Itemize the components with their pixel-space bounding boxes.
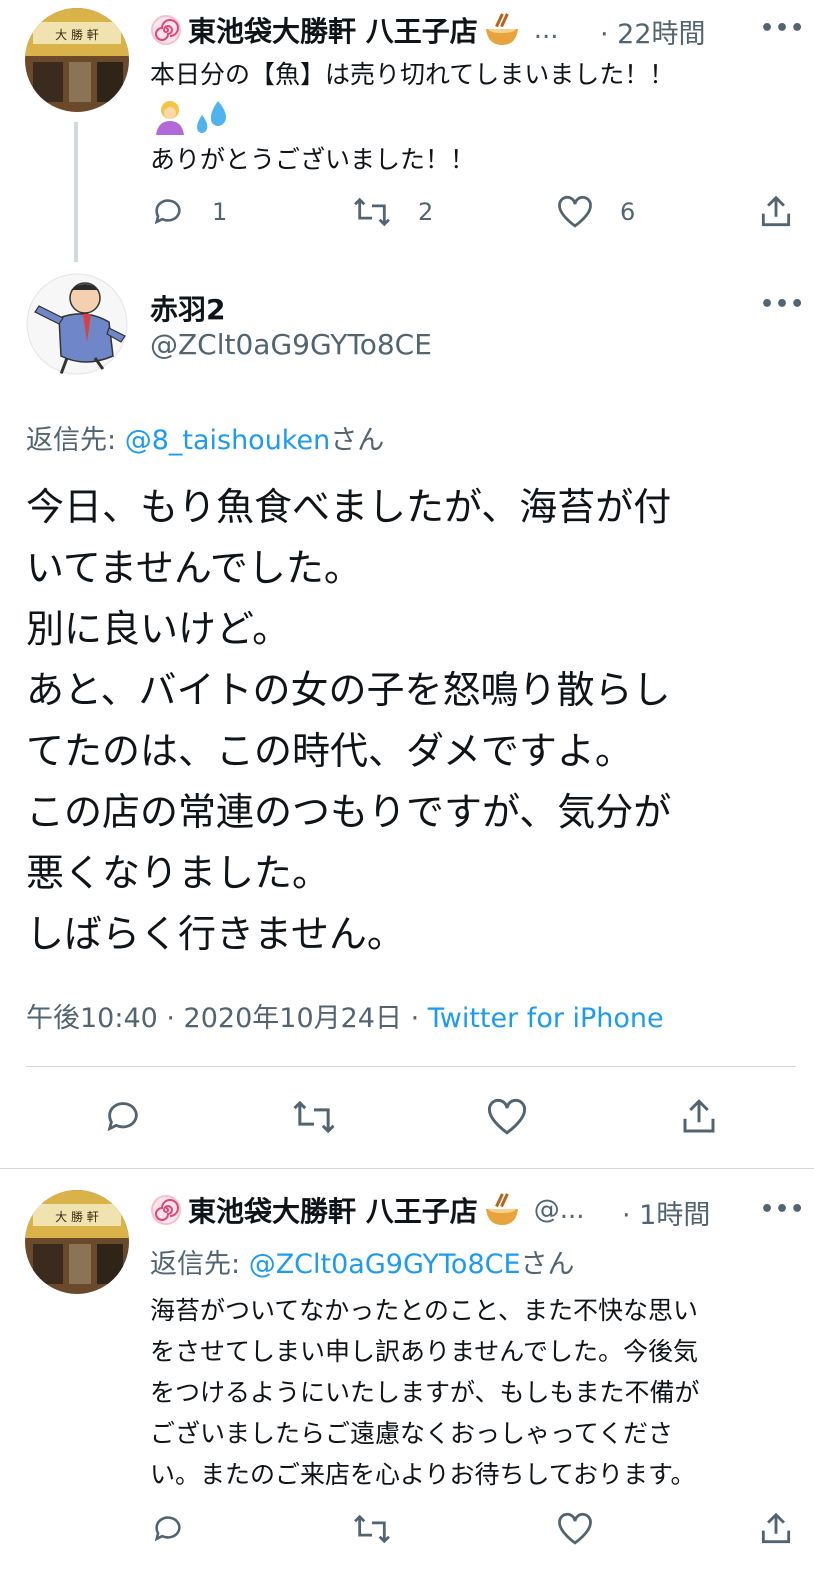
reply-to-prefix: 返信先:: [150, 1249, 249, 1280]
reply-to-prefix: 返信先:: [26, 425, 125, 456]
reply-to-line: 返信先: @8_taishoukenさん: [26, 418, 384, 457]
reply-to-user-link[interactable]: @8_taishouken: [125, 425, 331, 456]
tweet-text-line: ありがとうございました！！: [150, 145, 476, 174]
reply-count: 1: [212, 198, 228, 226]
retweet-icon[interactable]: [291, 1097, 337, 1141]
like-icon[interactable]: [486, 1097, 528, 1141]
tweet-text-line: い。またのご来店を心よりお待ちしております。: [150, 1460, 696, 1489]
shop-avatar[interactable]: 大 勝 軒: [25, 8, 129, 112]
share-icon[interactable]: [757, 193, 795, 235]
reply-to-line: 返信先: @ZClt0aG9GYTo8CEさん: [150, 1242, 575, 1281]
retweet-action[interactable]: 2: [352, 195, 433, 229]
like-icon[interactable]: [556, 195, 594, 229]
reply-to-suffix: さん: [330, 425, 385, 456]
tweet-text-line: てたのは、この時代、ダメですよ。: [26, 729, 633, 773]
shop-avatar[interactable]: 大 勝 軒: [25, 1190, 129, 1294]
svg-text:大 勝 軒: 大 勝 軒: [55, 1209, 99, 1224]
retweet-count: 2: [418, 198, 434, 226]
reply-to-user-link[interactable]: @ZClt0aG9GYTo8CE: [249, 1249, 521, 1280]
handle-ellipsis: @...: [533, 1195, 585, 1225]
main-tweet-text: 今日、もり魚食べましたが、海苔が付 いてませんでした。 別に良いけど。 あと、バ…: [26, 477, 796, 965]
reply-to-suffix: さん: [520, 1249, 575, 1280]
bowing-person-emoji: [150, 97, 190, 137]
emoji-line: [150, 95, 790, 139]
ramen-icon: [484, 1193, 520, 1227]
tweet-text-line: 悪くなりました。: [26, 851, 331, 895]
tweet-text-line: 別に良いけど。: [26, 607, 291, 651]
share-icon[interactable]: [757, 1510, 795, 1552]
like-icon[interactable]: [556, 1512, 594, 1550]
ramen-icon: [484, 13, 520, 47]
user-handle[interactable]: @ZClt0aG9GYTo8CE: [150, 328, 432, 361]
user-display-name[interactable]: 赤羽2: [150, 288, 225, 328]
user-avatar[interactable]: [25, 272, 129, 376]
tweet-text-line: いてませんでした。: [26, 546, 362, 590]
tweet-client-link[interactable]: Twitter for iPhone: [428, 1003, 664, 1034]
more-icon[interactable]: •••: [760, 1197, 805, 1222]
tweet-text-line: をさせてしまい申し訳ありませんでした。今後気: [150, 1337, 699, 1366]
handle-ellipsis: ...: [533, 15, 559, 45]
tweet-time[interactable]: · 22時間: [600, 12, 706, 51]
shop-display-name[interactable]: 東池袋大勝軒 八王子店: [188, 1190, 478, 1230]
reply-icon[interactable]: [150, 195, 186, 229]
divider: [26, 1066, 796, 1067]
divider: [0, 1168, 814, 1169]
reply-text: 海苔がついてなかったとのこと、また不快な思い をさせてしまい申し訳ありませんでし…: [150, 1290, 800, 1495]
svg-text:大 勝 軒: 大 勝 軒: [55, 27, 99, 42]
reply-icon[interactable]: [103, 1097, 143, 1141]
tweet-text-line: 今日、もり魚食べましたが、海苔が付: [26, 485, 672, 529]
shop-display-name[interactable]: 東池袋大勝軒 八王子店: [188, 10, 478, 50]
more-icon[interactable]: •••: [760, 16, 805, 41]
tweet-timestamp-line: 午後10:40 · 2020年10月24日 · Twitter for iPho…: [26, 996, 664, 1035]
like-count: 6: [620, 198, 636, 226]
naruto-icon: [150, 14, 182, 46]
tweet-text-line: 海苔がついてなかったとのこと、また不快な思い: [150, 1296, 699, 1325]
tweet-text-line: をつけるようにいたしますが、もしもまた不備が: [150, 1378, 700, 1407]
sweat-droplets-emoji: [192, 97, 232, 137]
tweet-text-line: 本日分の【魚】は売り切れてしまいました！！: [150, 60, 675, 89]
tweet-body: 本日分の【魚】は売り切れてしまいました！！ ありがとうございました！！: [150, 54, 790, 180]
share-icon[interactable]: [678, 1096, 720, 1142]
thread-connector-line: [74, 122, 78, 262]
tweet-header: 東池袋大勝軒 八王子店 @...: [150, 1190, 620, 1230]
more-icon[interactable]: •••: [760, 292, 805, 317]
retweet-icon[interactable]: [352, 1512, 392, 1550]
reply-action[interactable]: 1: [150, 195, 227, 229]
reply-icon[interactable]: [150, 1512, 186, 1550]
tweet-text-line: しばらく行きません。: [26, 912, 405, 956]
retweet-icon[interactable]: [352, 195, 392, 229]
tweet-text-line: あと、バイトの女の子を怒鳴り散らし: [26, 668, 671, 712]
like-action[interactable]: 6: [556, 195, 635, 229]
tweet-time[interactable]: · 1時間: [622, 1193, 710, 1232]
tweet-header: 東池袋大勝軒 八王子店 ...: [150, 10, 620, 50]
naruto-icon: [150, 1194, 182, 1226]
tweet-text-line: この店の常連のつもりですが、気分が: [26, 790, 672, 834]
tweet-timestamp[interactable]: 午後10:40 · 2020年10月24日 ·: [26, 1003, 428, 1034]
tweet-text-line: ございましたらご遠慮なくおっしゃってくださ: [150, 1419, 674, 1448]
